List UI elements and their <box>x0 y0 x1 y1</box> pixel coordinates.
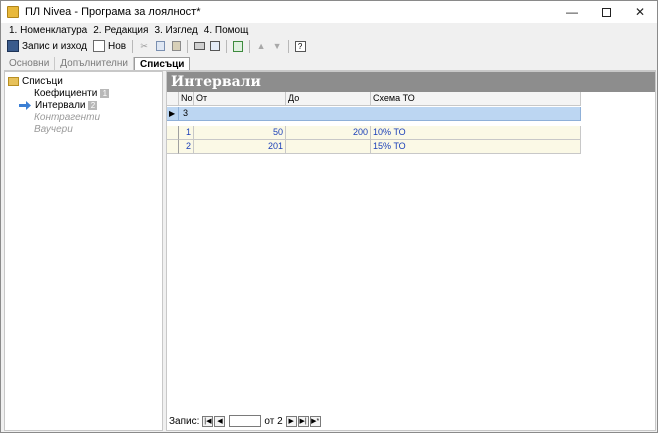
tree-item-badge: 1 <box>100 88 110 98</box>
tree-item-contractors: Контрагенти <box>34 111 100 123</box>
menu-view[interactable]: 3. Изглед <box>154 25 197 36</box>
main-window: ПЛ Nivea - Програма за лоялност* — ✕ 1. … <box>0 0 658 433</box>
tree-item-coefficients[interactable]: Коефициенти 1 <box>34 87 110 99</box>
tree-item-intervals[interactable]: Интервали 2 <box>19 99 98 111</box>
move-up-button[interactable]: ▲ <box>254 39 268 53</box>
refresh-button[interactable] <box>231 39 245 53</box>
record-label: Запис: <box>169 415 200 427</box>
help-icon: ? <box>294 40 306 52</box>
tab-lists[interactable]: Списъци <box>134 56 191 70</box>
tree-item-label: Ваучери <box>34 123 73 135</box>
table-row[interactable]: 2 201 15% ТО <box>167 140 581 154</box>
toolbar-separator <box>249 39 251 53</box>
tab-strip: Основни Допълнителни Списъци <box>4 56 656 71</box>
record-navigator: Запис: |◀ ◀ от 2 ▶ ▶| ▶* <box>167 414 657 428</box>
row-pointer-icon: ▶ <box>169 109 176 118</box>
arrow-up-icon: ▲ <box>256 41 266 51</box>
menu-bar: 1. Номенклатура 2. Редакция 3. Изглед 4.… <box>1 23 657 38</box>
cut-icon: ✂ <box>140 40 148 51</box>
menu-nomenclature[interactable]: 1. Номенклатура <box>9 25 87 36</box>
menu-edit[interactable]: 2. Редакция <box>93 25 148 36</box>
column-header-to[interactable]: До <box>286 92 371 106</box>
tree-item-vouchers: Ваучери <box>34 123 73 135</box>
window-controls: — ✕ <box>555 1 657 23</box>
toolbar-separator <box>187 39 189 53</box>
maximize-icon <box>601 7 611 17</box>
print-preview-button[interactable] <box>208 39 222 53</box>
menu-help[interactable]: 4. Помощ <box>204 25 249 36</box>
tree-root[interactable]: Списъци <box>8 75 63 87</box>
table-row[interactable]: 1 50 200 10% ТО <box>167 126 581 140</box>
minimize-button[interactable]: — <box>555 1 589 23</box>
paste-icon <box>171 41 181 51</box>
navigation-tree: Списъци Коефициенти 1 Интервали 2 Контра… <box>4 71 163 431</box>
save-exit-label: Запис и изход <box>22 40 87 52</box>
copy-icon <box>155 41 165 51</box>
tree-item-label: Коефициенти <box>34 87 98 99</box>
tree-root-label: Списъци <box>22 75 63 87</box>
new-button[interactable]: Нов <box>90 39 129 54</box>
folder-icon <box>8 76 19 86</box>
app-icon <box>7 6 19 18</box>
close-icon: ✕ <box>634 5 646 19</box>
cell-to[interactable]: 200 <box>286 126 371 140</box>
cell-no[interactable]: 2 <box>179 140 194 154</box>
minimize-icon: — <box>566 5 578 19</box>
new-record-button[interactable]: ▶* <box>309 415 321 427</box>
cell-scheme[interactable]: 15% ТО <box>371 140 581 154</box>
cell-from[interactable]: 201 <box>194 140 286 154</box>
intervals-panel: Интервали No. От До Схема ТО ▶ 3 1 50 20… <box>166 71 656 431</box>
current-row-indicator: ▶ <box>167 107 179 121</box>
row-selector[interactable] <box>167 126 179 140</box>
grid-header-row: No. От До Схема ТО <box>167 92 581 106</box>
previous-record-button[interactable]: ◀ <box>214 415 226 427</box>
tab-main[interactable]: Основни <box>4 56 56 70</box>
filter-input[interactable]: 3 <box>179 107 581 121</box>
tab-additional[interactable]: Допълнителни <box>55 56 134 70</box>
cell-no[interactable]: 1 <box>179 126 194 140</box>
window-title: ПЛ Nivea - Програма за лоялност* <box>25 6 201 18</box>
save-exit-button[interactable]: Запис и изход <box>4 39 90 54</box>
copy-button[interactable] <box>153 39 167 53</box>
tree-item-badge: 2 <box>88 100 98 110</box>
row-selector[interactable] <box>167 140 179 154</box>
cell-to[interactable] <box>286 140 371 154</box>
first-record-button[interactable]: |◀ <box>202 415 214 427</box>
toolbar-separator <box>288 39 290 53</box>
print-button[interactable] <box>192 39 206 53</box>
cell-scheme[interactable]: 10% ТО <box>371 126 581 140</box>
selected-arrow-icon <box>19 100 32 110</box>
header-selector <box>167 92 179 106</box>
toolbar-separator <box>132 39 134 53</box>
new-document-icon <box>92 40 105 52</box>
title-bar: ПЛ Nivea - Програма за лоялност* — ✕ <box>1 1 657 23</box>
cut-button[interactable]: ✂ <box>137 39 151 53</box>
refresh-icon <box>233 40 244 52</box>
panel-title: Интервали <box>167 72 655 92</box>
toolbar: Запис и изход Нов ✂ ▲ ▼ ? <box>4 38 656 54</box>
record-count-label: от 2 <box>264 415 283 427</box>
tree-item-label: Интервали <box>35 99 86 111</box>
move-down-button[interactable]: ▼ <box>270 39 284 53</box>
maximize-button[interactable] <box>589 1 623 23</box>
column-header-no[interactable]: No. <box>179 92 194 106</box>
filter-row[interactable]: ▶ 3 <box>167 107 581 121</box>
toolbar-separator <box>226 39 228 53</box>
help-button[interactable]: ? <box>293 39 307 53</box>
close-button[interactable]: ✕ <box>623 1 657 23</box>
new-label: Нов <box>107 40 127 52</box>
column-header-scheme[interactable]: Схема ТО <box>371 92 581 106</box>
column-header-from[interactable]: От <box>194 92 286 106</box>
print-icon <box>193 42 205 50</box>
save-icon <box>7 40 19 52</box>
record-number-input[interactable] <box>229 415 262 427</box>
cell-from[interactable]: 50 <box>194 126 286 140</box>
last-record-button[interactable]: ▶| <box>297 415 309 427</box>
tree-item-label: Контрагенти <box>34 111 101 123</box>
next-record-button[interactable]: ▶ <box>285 415 297 427</box>
arrow-down-icon: ▼ <box>272 41 282 51</box>
print-preview-icon <box>210 41 221 51</box>
paste-button[interactable] <box>169 39 183 53</box>
